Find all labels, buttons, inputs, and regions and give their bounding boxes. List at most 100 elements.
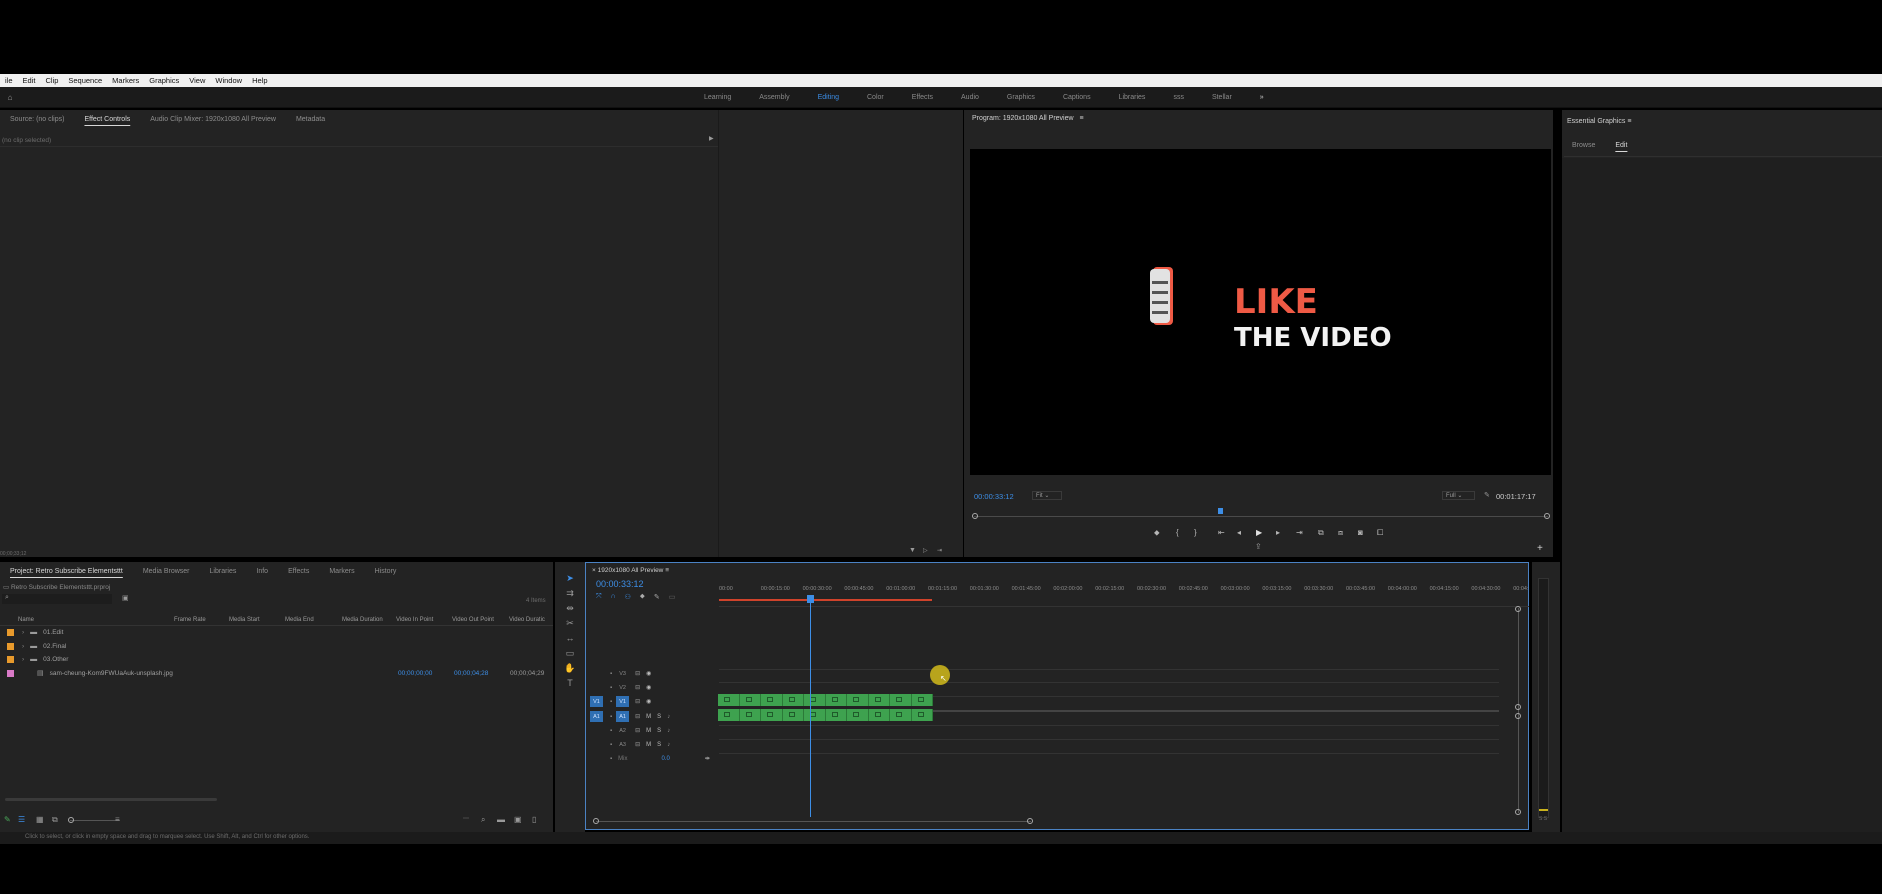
track-select-icon[interactable]: ⇉ <box>563 586 577 600</box>
go-to-in-icon[interactable]: ⇤ <box>1218 528 1225 537</box>
label-color-swatch[interactable] <box>7 656 14 663</box>
sort-icon[interactable]: ≡ <box>115 815 120 824</box>
project-tab-2[interactable]: Libraries <box>200 568 247 575</box>
menu-edit[interactable]: Edit <box>18 76 41 85</box>
source-tab-1[interactable]: Effect Controls <box>74 116 140 123</box>
workspace-tab-assembly[interactable]: Assembly <box>745 94 803 101</box>
workspace-tab-color[interactable]: Color <box>853 94 898 101</box>
sync-lock-icon[interactable]: ⊟ <box>635 727 640 734</box>
timeline-playhead-head[interactable] <box>807 595 814 603</box>
project-row[interactable]: › ▬ 01.Edit <box>0 626 553 639</box>
ripple-edit-icon[interactable]: ⇹ <box>563 601 577 615</box>
hand-tool-icon[interactable]: ✋ <box>563 661 577 675</box>
track-target[interactable]: V1 <box>616 696 630 707</box>
compare-icon[interactable]: ⧠ <box>1377 528 1383 538</box>
lock-icon[interactable]: ▪ <box>610 685 612 691</box>
clip-segment[interactable] <box>911 709 933 721</box>
expand-triangle-icon[interactable]: ▶ <box>709 135 714 142</box>
track-header-a2[interactable]: ▪ A2 ⊟ M S ♪ <box>590 724 715 737</box>
v-scroll-handle[interactable] <box>1515 809 1521 815</box>
work-area-bar[interactable] <box>719 599 932 601</box>
essential-graphics-tab-0[interactable]: Browse <box>1562 142 1605 149</box>
lock-icon[interactable]: ▪ <box>610 714 612 720</box>
zoom-handle-right[interactable] <box>1544 513 1550 519</box>
clip-segment[interactable] <box>739 694 761 706</box>
essential-graphics-tab-1[interactable]: Edit <box>1605 142 1637 149</box>
voice-over-icon[interactable]: ♪ <box>667 728 670 734</box>
go-to-out-icon[interactable]: ⇥ <box>1296 528 1303 537</box>
mute-button[interactable]: M <box>646 728 651 734</box>
item-name[interactable]: 01.Edit <box>43 629 63 636</box>
home-icon[interactable]: ⌂ <box>4 91 16 103</box>
freeform-view-icon[interactable]: ⧉ <box>52 815 58 825</box>
sync-lock-icon[interactable]: ⊟ <box>635 741 640 748</box>
type-tool-icon[interactable]: T <box>563 676 577 690</box>
track-header-v1[interactable]: V1 ▪ V1 ⊟ ◉ <box>590 695 715 708</box>
clip-segment[interactable] <box>890 694 912 706</box>
clip-segment[interactable] <box>761 694 783 706</box>
menu-graphics[interactable]: Graphics <box>144 76 184 85</box>
clip-segment[interactable] <box>847 694 869 706</box>
project-tab-4[interactable]: Effects <box>278 568 319 575</box>
menu-sequence[interactable]: Sequence <box>63 76 107 85</box>
new-bin-icon[interactable]: ▣ <box>122 594 129 602</box>
lock-icon[interactable]: ▪ <box>610 728 612 734</box>
eye-icon[interactable]: ◉ <box>646 698 651 705</box>
track-target[interactable]: A1 <box>616 711 630 722</box>
timeline-horizontal-scrollbar[interactable] <box>596 821 1031 822</box>
v-scroll-handle[interactable] <box>1515 704 1521 710</box>
program-playhead[interactable] <box>1218 508 1223 514</box>
menu-help[interactable]: Help <box>247 76 272 85</box>
clip-segment[interactable] <box>761 709 783 721</box>
workspace-tab-captions[interactable]: Captions <box>1049 94 1105 101</box>
step-forward-icon[interactable]: ▸ <box>1276 528 1280 537</box>
clip-segment[interactable] <box>804 709 826 721</box>
voice-over-icon[interactable]: ♪ <box>667 714 670 720</box>
column-header[interactable]: Video Duratic <box>509 617 545 623</box>
clip-segment[interactable] <box>825 709 847 721</box>
zoom-slider-handle[interactable] <box>68 817 74 823</box>
solo-button[interactable]: S <box>657 742 661 748</box>
sync-lock-icon[interactable]: ⊟ <box>635 684 640 691</box>
source-tab-2[interactable]: Audio Clip Mixer: 1920x1080 All Preview <box>140 116 286 123</box>
column-header[interactable]: Media Start <box>229 617 260 623</box>
fit-dropdown[interactable]: Fit ⌄ <box>1032 491 1063 500</box>
mark-out-icon[interactable]: } <box>1194 528 1197 537</box>
clip-segment[interactable] <box>868 709 890 721</box>
h-scroll-handle-left[interactable] <box>593 818 599 824</box>
export-icon[interactable]: ⇥ <box>937 547 942 554</box>
find-icon[interactable]: ⌕ <box>481 815 485 825</box>
panel-menu-icon[interactable]: ≡ <box>665 567 669 574</box>
item-name[interactable]: sam-cheung-Kom9FWUaAuk-unsplash.jpg <box>50 670 173 677</box>
timeline-settings-icon[interactable]: ✎ <box>654 593 660 601</box>
go-to-end-icon[interactable]: ⇹ <box>705 755 710 762</box>
lock-icon[interactable]: ▪ <box>610 756 612 762</box>
razor-tool-icon[interactable]: ✂ <box>563 616 577 630</box>
source-tab-3[interactable]: Metadata <box>286 116 335 123</box>
insert-icon[interactable]: ⧉ <box>1318 528 1324 538</box>
add-marker-icon[interactable]: ⬥ <box>640 593 645 601</box>
track-target[interactable]: A3 <box>616 739 629 750</box>
v-scroll-handle[interactable] <box>1515 713 1521 719</box>
workspace-tab-stellar[interactable]: Stellar <box>1198 94 1246 101</box>
solo-button[interactable]: S <box>657 714 661 720</box>
selection-tool-icon[interactable]: ➤ <box>563 571 577 585</box>
icon-view-icon[interactable]: ▦ <box>36 815 44 824</box>
mix-value[interactable]: 0.0 <box>661 756 669 762</box>
clip-segment[interactable] <box>782 694 804 706</box>
export-frame-icon[interactable]: ⇪ <box>1255 542 1262 551</box>
clip-segment[interactable] <box>718 694 740 706</box>
project-search-input[interactable]: ⌕ <box>2 594 112 604</box>
lock-icon[interactable]: ▪ <box>610 671 612 677</box>
column-header[interactable]: Name <box>18 617 34 623</box>
resolution-dropdown[interactable]: Full ⌄ <box>1442 491 1476 500</box>
track-target[interactable]: V2 <box>616 682 629 693</box>
nest-icon[interactable]: ⤧ <box>596 593 602 601</box>
project-tab-3[interactable]: Info <box>246 568 278 575</box>
overwrite-icon[interactable]: ⧈ <box>1338 528 1343 538</box>
menu-window[interactable]: Window <box>210 76 247 85</box>
project-row[interactable]: › ▬ 03.Other <box>0 653 553 666</box>
item-name[interactable]: 02.Final <box>43 643 66 650</box>
workspace-tab-effects[interactable]: Effects <box>898 94 947 101</box>
track-header-v3[interactable]: ▪ V3 ⊟ ◉ <box>590 667 715 680</box>
